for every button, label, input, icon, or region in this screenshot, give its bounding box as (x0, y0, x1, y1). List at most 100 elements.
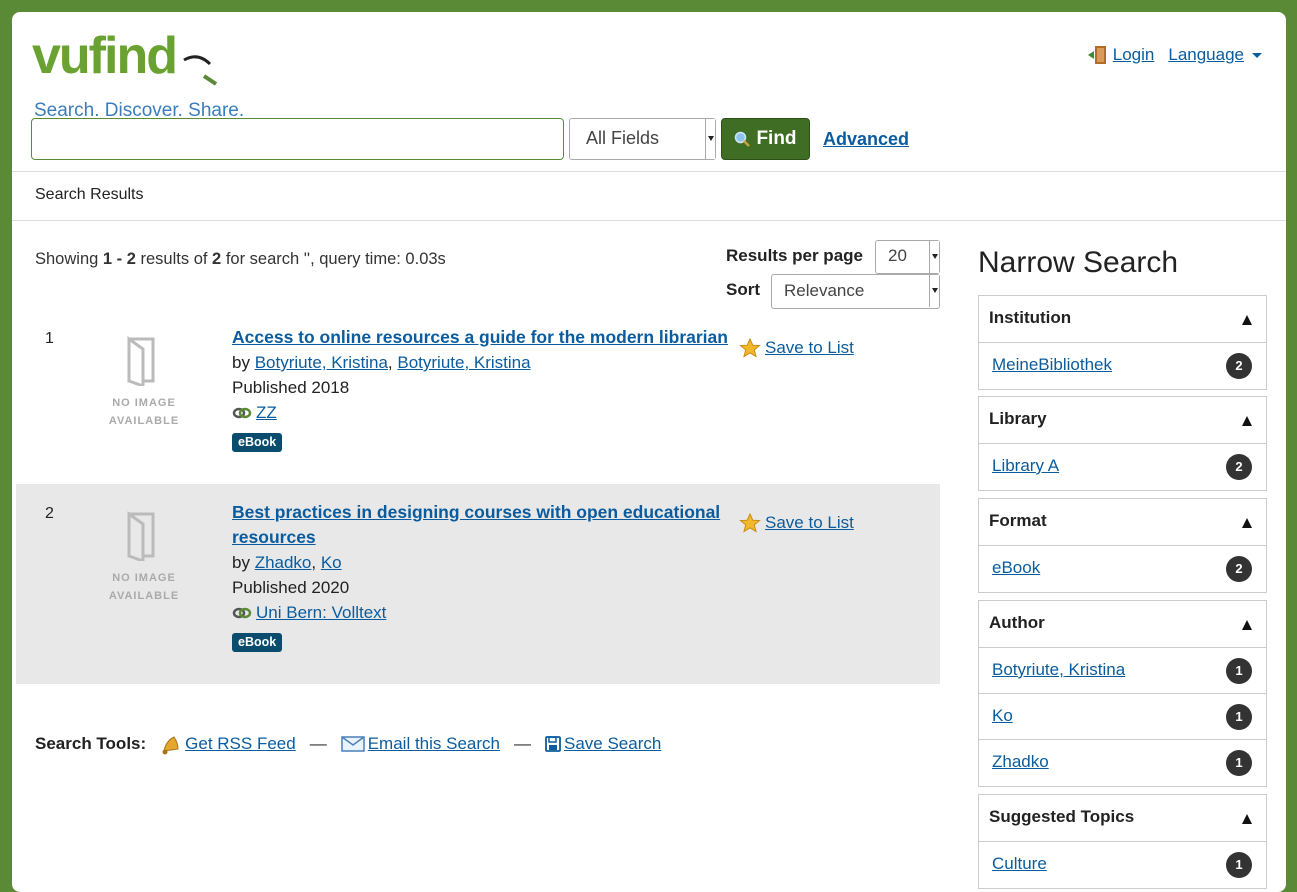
author-link[interactable]: Botyriute, Kristina (255, 353, 388, 372)
facet-library: Library Library A 2 (978, 396, 1267, 491)
facet-item[interactable]: Zhadko 1 (979, 740, 1266, 786)
save-to-list-button[interactable]: Save to List (739, 338, 854, 358)
narrow-search-title: Narrow Search (978, 246, 1179, 279)
result-item: 1 NO IMAGE AVAILABLE Access to online res… (16, 312, 940, 484)
facet-title: Suggested Topics (989, 807, 1135, 826)
online-access-link[interactable]: ZZ (232, 400, 277, 425)
breadcrumb-bar: Search Results (12, 171, 1286, 221)
collapse-triangle-icon (1242, 620, 1252, 630)
facet-link[interactable]: eBook (992, 558, 1040, 577)
no-image-book-icon (127, 336, 155, 386)
facet-header[interactable]: Author (979, 601, 1266, 648)
sort-value: Relevance (784, 281, 865, 300)
result-body: Access to online resources a guide for t… (232, 325, 732, 453)
save-search-link[interactable]: Save Search (545, 734, 661, 754)
no-image-line1: NO IMAGE (112, 397, 176, 409)
author-link[interactable]: Zhadko (255, 553, 312, 572)
logo-wordmark: vufind (32, 27, 178, 85)
stats-mid: results of (135, 250, 213, 268)
by-label: by (232, 353, 255, 372)
facet-count-badge: 2 (1226, 556, 1252, 582)
save-to-list-label: Save to List (765, 513, 854, 532)
facet-count-badge: 1 (1226, 852, 1252, 878)
page-container: vufind Search. Discover. Share. Login La… (12, 12, 1286, 892)
sort-label: Sort (726, 280, 760, 299)
facet-header[interactable]: Suggested Topics (979, 795, 1266, 842)
facet-header[interactable]: Format (979, 499, 1266, 546)
find-label: Find (756, 128, 797, 149)
facet-header[interactable]: Institution (979, 296, 1266, 343)
result-title-link[interactable]: Access to online resources a guide for t… (232, 327, 728, 347)
email-search-link[interactable]: Email this Search (340, 734, 500, 754)
rpp-value: 20 (888, 246, 907, 265)
sort-select[interactable]: Relevance (771, 274, 940, 309)
collapse-triangle-icon (1242, 416, 1252, 426)
search-type-select[interactable]: All Fields (569, 118, 716, 160)
vufind-logo[interactable]: vufind Search. Discover. Share. (32, 27, 272, 121)
search-input[interactable] (31, 118, 564, 160)
facet-link[interactable]: Zhadko (992, 752, 1049, 771)
stats-suffix: for search '', query time: 0.03s (221, 250, 446, 268)
collapse-triangle-icon (1242, 518, 1252, 528)
result-authors: by Zhadko, Ko (232, 553, 342, 572)
results-per-page-select[interactable]: 20 (875, 240, 940, 274)
door-icon (1087, 46, 1106, 64)
facet-title: Institution (989, 308, 1072, 327)
dropdown-arrow-icon (705, 119, 715, 159)
login-label: Login (1112, 45, 1155, 64)
facet-item[interactable]: Ko 1 (979, 694, 1266, 740)
star-icon (739, 338, 761, 358)
facet-link[interactable]: Ko (992, 706, 1013, 725)
facet-title: Format (989, 511, 1047, 530)
star-icon (739, 513, 761, 533)
save-to-list-label: Save to List (765, 338, 854, 357)
by-label: by (232, 553, 255, 572)
facet-item[interactable]: Botyriute, Kristina 1 (979, 648, 1266, 694)
facet-item[interactable]: Culture 1 (979, 842, 1266, 888)
save-search-label: Save Search (564, 734, 662, 753)
facet-item[interactable]: Library A 2 (979, 444, 1266, 490)
stats-range: 1 - 2 (102, 250, 136, 268)
no-image-line2: AVAILABLE (108, 590, 180, 602)
facet-item[interactable]: eBook 2 (979, 546, 1266, 592)
dropdown-arrow-icon (929, 241, 939, 273)
search-type-value: All Fields (586, 128, 660, 148)
author-link[interactable]: Botyriute, Kristina (397, 353, 530, 372)
facet-item[interactable]: MeineBibliothek 2 (979, 343, 1266, 389)
login-link[interactable]: Login (1087, 45, 1155, 65)
no-image-line2: AVAILABLE (108, 415, 180, 427)
breadcrumb: Search Results (35, 186, 144, 203)
facet-count-badge: 1 (1226, 704, 1252, 730)
find-button[interactable]: Find (721, 118, 810, 160)
magnifier-icon (183, 55, 218, 86)
advanced-search-link[interactable]: Advanced (823, 129, 909, 150)
result-title-link[interactable]: Best practices in designing courses with… (232, 502, 720, 547)
facet-header[interactable]: Library (979, 397, 1266, 444)
collapse-triangle-icon (1242, 315, 1252, 325)
language-dropdown[interactable]: Language (1168, 45, 1262, 65)
email-icon (340, 736, 365, 752)
rss-feed-link[interactable]: Get RSS Feed (160, 733, 296, 755)
online-access-link[interactable]: Uni Bern: Volltext (232, 600, 386, 625)
result-thumbnail[interactable]: NO IMAGE AVAILABLE (108, 332, 188, 427)
stats-total: 2 (212, 250, 222, 268)
facet-link[interactable]: Culture (992, 854, 1047, 873)
no-image-line1: NO IMAGE (112, 572, 176, 584)
link-icon (232, 607, 252, 618)
format-badge: eBook (232, 632, 283, 652)
facet-count-badge: 1 (1226, 658, 1252, 684)
result-number: 1 (45, 330, 54, 347)
caret-down-icon (1252, 52, 1262, 58)
save-to-list-button[interactable]: Save to List (739, 513, 854, 533)
collapse-triangle-icon (1242, 814, 1252, 824)
facet-link[interactable]: Library A (992, 456, 1059, 475)
result-item: 2 NO IMAGE AVAILABLE Best practices in de… (16, 484, 940, 684)
facet-link[interactable]: MeineBibliothek (992, 355, 1112, 374)
result-thumbnail[interactable]: NO IMAGE AVAILABLE (108, 507, 188, 602)
language-label: Language (1168, 45, 1244, 64)
result-authors: by Botyriute, Kristina, Botyriute, Krist… (232, 353, 531, 372)
floppy-disk-icon (545, 736, 561, 752)
results-stats: Showing 1 - 2 results of 2 for search ''… (35, 250, 446, 269)
facet-link[interactable]: Botyriute, Kristina (992, 660, 1125, 679)
author-link[interactable]: Ko (321, 553, 342, 572)
